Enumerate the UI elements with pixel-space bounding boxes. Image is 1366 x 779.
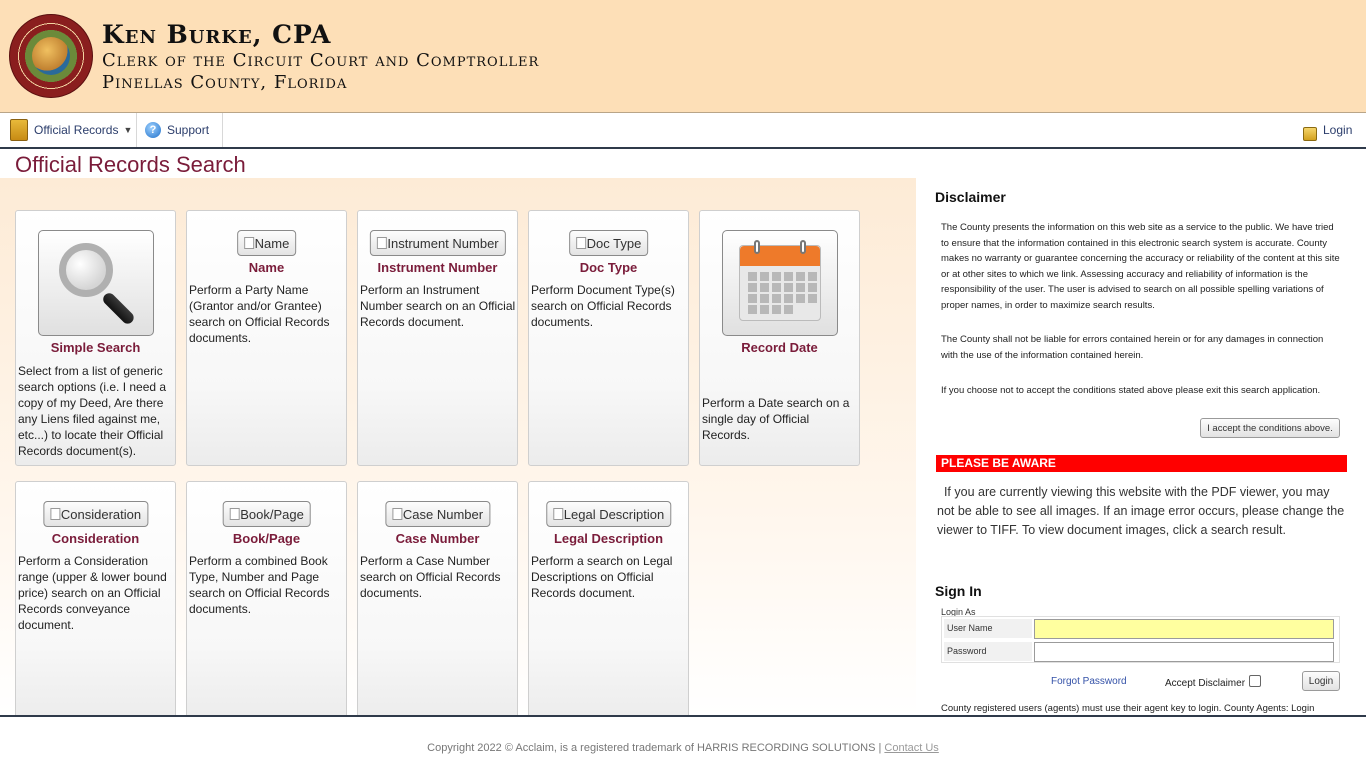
disclaimer-paragraph: The County presents the information on t…	[941, 222, 1340, 311]
broken-image-icon	[229, 508, 240, 520]
card-title: Legal Description	[553, 531, 664, 546]
nav-login-label: Login	[1323, 123, 1353, 137]
page-title: Official Records Search	[15, 152, 246, 177]
card-description: Perform an Instrument Number search on a…	[360, 283, 516, 329]
nav-divider	[222, 113, 223, 147]
username-field[interactable]	[1034, 619, 1334, 639]
folder-icon	[10, 119, 28, 141]
nav-official-records[interactable]: Official Records ▼	[10, 113, 132, 147]
top-nav: Official Records ▼ ? Support Login	[0, 113, 1366, 149]
name-search-card[interactable]: Name Name Perform a Party Name (Grantor …	[186, 210, 347, 466]
card-description: Perform Document Type(s) search on Offic…	[531, 283, 675, 329]
search-options-panel: Simple Search Select from a list of gene…	[0, 178, 916, 721]
nav-official-records-label: Official Records	[34, 123, 119, 137]
calendar-icon	[739, 240, 821, 321]
site-footer: Copyright 2022 © Acclaim, is a registere…	[0, 717, 1366, 768]
side-panel: Disclaimer The County presents the infor…	[916, 178, 1366, 716]
contact-us-link[interactable]: Contact Us	[884, 742, 938, 754]
site-header: Ken Burke, CPA Clerk of the Circuit Cour…	[0, 0, 1366, 113]
magnifier-icon	[59, 243, 113, 297]
consideration-button[interactable]: Consideration	[42, 501, 149, 527]
sign-in-title: Sign In	[935, 583, 982, 599]
consideration-card[interactable]: Consideration Consideration Perform a Co…	[15, 481, 176, 721]
username-label: User Name	[944, 619, 1032, 638]
card-title: Case Number	[395, 531, 480, 546]
accept-disclaimer-toggle[interactable]: Accept Disclaimer	[1165, 674, 1262, 689]
disclaimer-title: Disclaimer	[935, 189, 1006, 205]
card-title: Simple Search	[50, 340, 141, 355]
card-description: Perform a Party Name (Grantor and/or Gra…	[189, 283, 330, 345]
doc-type-button[interactable]: Doc Type	[568, 230, 649, 256]
legal-description-card[interactable]: Legal Description Legal Description Perf…	[528, 481, 689, 721]
name-search-button[interactable]: Name	[236, 230, 297, 256]
card-description: Perform a Date search on a single day of…	[702, 396, 850, 442]
login-form: User Name Password	[941, 616, 1340, 663]
card-description: Perform a combined Book Type, Number and…	[189, 554, 330, 616]
card-title: Book/Page	[232, 531, 301, 546]
simple-search-card[interactable]: Simple Search Select from a list of gene…	[15, 210, 176, 466]
agent-login-note: County registered users (agents) must us…	[941, 703, 1315, 714]
broken-image-icon	[575, 237, 586, 249]
card-title: Record Date	[741, 340, 818, 355]
record-date-button[interactable]	[722, 230, 838, 336]
broken-image-icon	[243, 237, 254, 249]
lock-icon	[1303, 127, 1317, 141]
book-page-card[interactable]: Book/Page Book/Page Perform a combined B…	[186, 481, 347, 721]
card-title: Instrument Number	[377, 260, 498, 275]
header-line3: Pinellas County, Florida	[102, 72, 348, 93]
book-page-button[interactable]: Book/Page	[222, 501, 311, 527]
nav-divider	[136, 113, 137, 147]
please-be-aware-banner: PLEASE BE AWARE	[936, 455, 1347, 472]
instrument-number-button[interactable]: Instrument Number	[369, 230, 506, 256]
password-label: Password	[944, 642, 1032, 661]
card-description: Select from a list of generic search opt…	[18, 364, 167, 458]
record-date-card[interactable]: Record Date Perform a Date search on a s…	[699, 210, 860, 466]
card-description: Perform a Consideration range (upper & l…	[18, 554, 167, 632]
card-description: Perform a search on Legal Descriptions o…	[531, 554, 673, 600]
header-title-block: Ken Burke, CPA Clerk of the Circuit Cour…	[102, 20, 539, 94]
accept-disclaimer-label: Accept Disclaimer	[1165, 678, 1246, 689]
card-description: Perform a Case Number search on Official…	[360, 554, 501, 600]
password-field[interactable]	[1034, 642, 1334, 662]
chevron-down-icon: ▼	[123, 125, 133, 135]
card-title: Name	[248, 260, 285, 275]
accept-disclaimer-checkbox[interactable]	[1249, 674, 1262, 687]
nav-login[interactable]: Login	[1303, 113, 1352, 147]
please-be-aware-text: If you are currently viewing this websit…	[937, 485, 1345, 537]
case-number-button[interactable]: Case Number	[384, 501, 491, 527]
copyright-text: Copyright 2022 © Acclaim, is a registere…	[427, 742, 885, 754]
broken-image-icon	[49, 508, 60, 520]
login-button[interactable]: Login	[1302, 671, 1340, 691]
instrument-number-card[interactable]: Instrument Number Instrument Number Perf…	[357, 210, 518, 466]
disclaimer-paragraph: If you choose not to accept the conditio…	[941, 385, 1321, 396]
accept-conditions-button[interactable]: I accept the conditions above.	[1200, 418, 1340, 438]
header-line2: Clerk of the Circuit Court and Comptroll…	[102, 50, 540, 71]
simple-search-button[interactable]	[38, 230, 154, 336]
nav-support[interactable]: ? Support	[145, 113, 209, 147]
legal-description-button[interactable]: Legal Description	[545, 501, 672, 527]
forgot-password-link[interactable]: Forgot Password	[1051, 676, 1127, 687]
broken-image-icon	[391, 508, 402, 520]
broken-image-icon	[552, 508, 563, 520]
help-icon: ?	[145, 122, 161, 138]
case-number-card[interactable]: Case Number Case Number Perform a Case N…	[357, 481, 518, 721]
card-title: Consideration	[51, 531, 140, 546]
county-seal-logo	[9, 14, 93, 98]
broken-image-icon	[376, 237, 387, 249]
disclaimer-paragraph: The County shall not be liable for error…	[941, 334, 1324, 361]
doc-type-card[interactable]: Doc Type Doc Type Perform Document Type(…	[528, 210, 689, 466]
card-title: Doc Type	[579, 260, 638, 275]
header-name: Ken Burke, CPA	[102, 20, 332, 49]
nav-support-label: Support	[167, 123, 210, 137]
